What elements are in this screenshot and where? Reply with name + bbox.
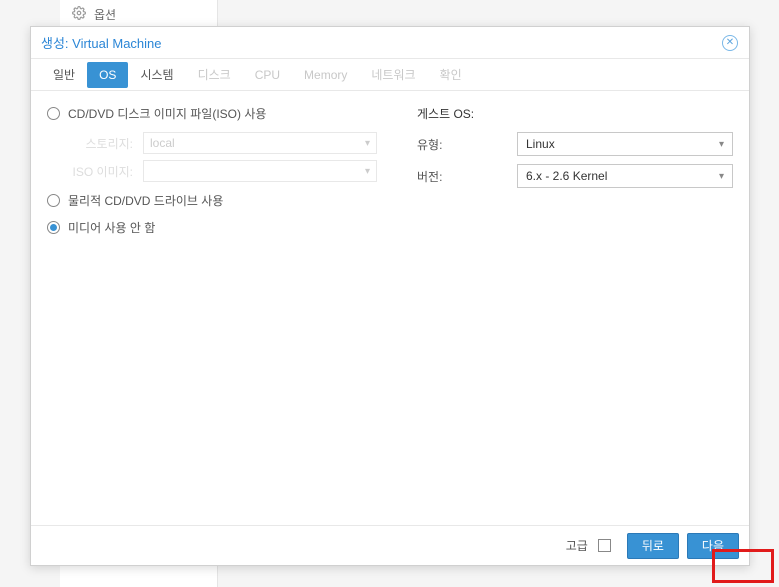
- radio-physical-row[interactable]: 물리적 CD/DVD 드라이브 사용: [47, 192, 377, 209]
- next-button[interactable]: 다음: [687, 533, 739, 559]
- radio-iso-label: CD/DVD 디스크 이미지 파일(ISO) 사용: [68, 105, 266, 122]
- tab-system[interactable]: 시스템: [128, 60, 185, 89]
- tab-general[interactable]: 일반: [41, 60, 87, 89]
- close-button[interactable]: ✕: [721, 34, 739, 52]
- tab-confirm: 확인: [428, 60, 474, 89]
- tab-disk: 디스크: [186, 60, 243, 89]
- radio-none-label: 미디어 사용 안 함: [68, 219, 155, 236]
- dialog-footer: 고급 뒤로 다음: [31, 525, 749, 565]
- sidebar-item-label: 옵션: [94, 6, 116, 23]
- gear-icon: [72, 6, 86, 23]
- dialog-body: CD/DVD 디스크 이미지 파일(ISO) 사용 스토리지: local ▾ …: [31, 91, 749, 525]
- storage-value: local: [150, 136, 175, 150]
- guest-type-value: Linux: [526, 137, 555, 151]
- guest-version-label: 버전:: [417, 168, 517, 185]
- radio-iso[interactable]: [47, 107, 60, 120]
- chevron-down-icon: ▾: [365, 138, 370, 149]
- dialog-title: 생성: Virtual Machine: [41, 33, 162, 52]
- radio-physical[interactable]: [47, 194, 60, 207]
- tab-os[interactable]: OS: [87, 62, 128, 88]
- guest-type-select[interactable]: Linux ▾: [517, 132, 733, 156]
- guest-os-title: 게스트 OS:: [417, 105, 733, 122]
- radio-iso-row[interactable]: CD/DVD 디스크 이미지 파일(ISO) 사용: [47, 105, 377, 122]
- radio-none[interactable]: [47, 221, 60, 234]
- back-button[interactable]: 뒤로: [627, 533, 679, 559]
- chevron-down-icon: ▾: [719, 171, 724, 182]
- iso-image-label: ISO 이미지:: [71, 163, 143, 180]
- media-column: CD/DVD 디스크 이미지 파일(ISO) 사용 스토리지: local ▾ …: [47, 105, 377, 511]
- sidebar-item-options[interactable]: 옵션: [72, 6, 116, 23]
- chevron-down-icon: ▾: [719, 139, 724, 150]
- create-vm-dialog: 생성: Virtual Machine ✕ 일반 OS 시스템 디스크 CPU …: [30, 26, 750, 566]
- guest-os-column: 게스트 OS: 유형: Linux ▾ 버전: 6.x - 2.6 Kernel…: [417, 105, 733, 511]
- iso-image-select: ▾: [143, 160, 377, 182]
- guest-version-select[interactable]: 6.x - 2.6 Kernel ▾: [517, 164, 733, 188]
- advanced-label: 고급: [566, 537, 588, 554]
- storage-label: 스토리지:: [71, 135, 143, 152]
- guest-type-label: 유형:: [417, 136, 517, 153]
- tab-network: 네트워크: [359, 60, 427, 89]
- radio-physical-label: 물리적 CD/DVD 드라이브 사용: [68, 192, 223, 209]
- close-icon: ✕: [722, 35, 738, 51]
- dialog-header: 생성: Virtual Machine ✕: [31, 27, 749, 59]
- advanced-checkbox[interactable]: [598, 539, 611, 552]
- guest-version-value: 6.x - 2.6 Kernel: [526, 169, 607, 183]
- radio-none-row[interactable]: 미디어 사용 안 함: [47, 219, 377, 236]
- iso-subfields: 스토리지: local ▾ ISO 이미지: ▾: [71, 132, 377, 182]
- tab-cpu: CPU: [243, 62, 292, 88]
- storage-select: local ▾: [143, 132, 377, 154]
- wizard-tabs: 일반 OS 시스템 디스크 CPU Memory 네트워크 확인: [31, 59, 749, 91]
- chevron-down-icon: ▾: [365, 166, 370, 177]
- tab-memory: Memory: [292, 62, 359, 88]
